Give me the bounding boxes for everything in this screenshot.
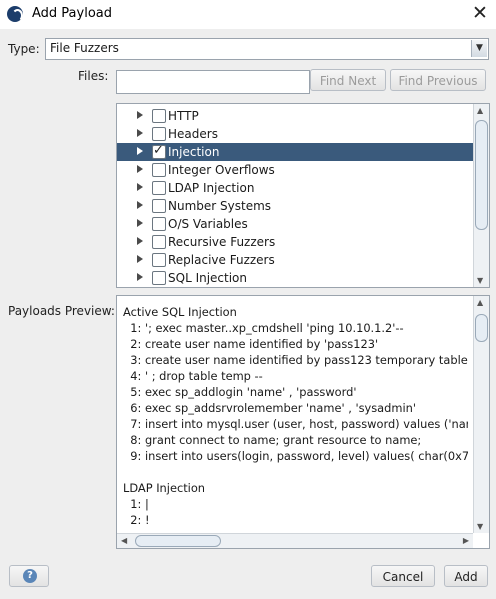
tree-vertical-scrollbar[interactable]: ▲ ▼ [473,104,489,287]
tree-item[interactable]: HTTP [117,107,473,125]
app-logo-icon [7,6,23,22]
tree-item-checkbox[interactable] [152,143,166,159]
files-input[interactable] [116,70,310,94]
preview-line: LDAP Injection [123,481,206,495]
scroll-up-icon[interactable]: ▲ [477,106,483,115]
cancel-button[interactable]: Cancel [371,565,435,587]
tree-item-checkbox[interactable] [152,253,166,267]
tree-item[interactable]: Recursive Fuzzers [117,233,473,251]
tree-item-checkbox[interactable] [152,217,166,231]
preview-horizontal-thumb[interactable] [135,535,221,547]
close-icon[interactable]: ✕ [470,3,490,23]
expand-arrow-icon[interactable] [137,273,143,281]
tree-item-label: HTTP [168,109,199,123]
tree-item-label: Number Systems [168,199,272,213]
help-icon: ? [23,569,37,583]
preview-line: 5: exec sp_addlogin 'name' , 'password' [123,385,357,399]
preview-line: 7: insert into mysql.user (user, host, p… [123,417,468,431]
tree-item-label: SQL Injection [168,271,248,285]
tree-item-label: LDAP Injection [168,181,255,195]
tree-item[interactable]: SQL Injection [117,269,473,287]
payloads-preview-label: Payloads Preview: [8,304,115,318]
tree-item-checkbox[interactable] [152,163,166,177]
tree-item[interactable]: Number Systems [117,197,473,215]
tree-scroll-thumb[interactable] [475,120,488,230]
preview-line: 3: ( [123,528,468,529]
payloads-preview[interactable]: Active SQL Injection 1: '; exec master..… [116,295,490,549]
chevron-down-icon[interactable]: ▼ [471,40,487,57]
tree-item[interactable]: O/S Variables [117,215,473,233]
preview-line: 9: insert into users(login, password, le… [123,449,468,463]
tree-item-checkbox[interactable] [152,109,166,123]
expand-arrow-icon[interactable] [137,183,143,191]
expand-arrow-icon[interactable] [137,219,143,227]
expand-arrow-icon[interactable] [137,111,143,119]
expand-arrow-icon[interactable] [137,165,143,173]
tree-item-checkbox[interactable] [152,235,166,249]
find-previous-button[interactable]: Find Previous [390,69,486,91]
files-label: Files: [78,69,109,83]
expand-arrow-icon[interactable] [137,201,143,209]
tree-item-label: Headers [168,127,218,141]
expand-arrow-icon[interactable] [137,255,143,263]
preview-line: 6: exec sp_addsrvrolemember 'name' , 'sy… [123,401,417,415]
preview-line: 8: grant connect to name; grant resource… [123,433,422,447]
preview-line: Active SQL Injection [123,305,237,319]
payloads-preview-text: Active SQL Injection 1: '; exec master..… [123,304,468,529]
preview-line: 1: '; exec master..xp_cmdshell 'ping 10.… [123,321,404,335]
title-bar: Add Payload ✕ [0,0,496,29]
scroll-left-icon[interactable]: ◀ [121,536,127,545]
type-label: Type: [8,42,40,56]
tree-item[interactable]: LDAP Injection [117,179,473,197]
scroll-down-icon[interactable]: ▼ [477,522,483,531]
tree-item-checkbox[interactable] [152,181,166,195]
help-button[interactable]: ? [9,565,49,587]
scroll-right-icon[interactable]: ▶ [463,536,469,545]
preview-horizontal-scrollbar[interactable]: ◀ ▶ [117,533,473,548]
tree-item-checkbox[interactable] [152,127,166,141]
tree-item-label: Integer Overflows [168,163,275,177]
add-payload-dialog: Add Payload ✕ Type: File Fuzzers ▼ Files… [0,0,496,599]
preview-scroll-thumb[interactable] [475,314,488,342]
tree-item[interactable]: Headers [117,125,473,143]
preview-line: 1: | [123,497,149,511]
tree-item[interactable]: Injection [117,143,473,161]
tree-item-label: Recursive Fuzzers [168,235,276,249]
type-select-value: File Fuzzers [50,41,119,55]
tree-item-label: Injection [168,145,220,159]
add-button[interactable]: Add [444,565,488,587]
payload-category-tree[interactable]: HTTP Headers Injection Integer Overflows LDA… [116,103,490,288]
scroll-up-icon[interactable]: ▲ [477,298,483,307]
tree-item-label: O/S Variables [168,217,248,231]
tree-item-checkbox[interactable] [152,271,166,285]
expand-arrow-icon[interactable] [137,237,143,245]
tree-item[interactable]: Integer Overflows [117,161,473,179]
tree-item-label: Replacive Fuzzers [168,253,275,267]
preview-line: 2: create user name identified by 'pass1… [123,337,379,351]
preview-line [123,464,468,480]
window-title: Add Payload [32,6,112,21]
tree-item[interactable]: Replacive Fuzzers [117,251,473,269]
type-select[interactable]: File Fuzzers ▼ [45,38,489,60]
scroll-down-icon[interactable]: ▼ [477,276,483,285]
preview-line: 3: create user name identified by pass12… [123,353,468,367]
preview-vertical-scrollbar[interactable]: ▲ ▼ [473,296,489,533]
preview-line: 2: ! [123,513,150,527]
expand-arrow-icon[interactable] [137,129,143,137]
expand-arrow-icon[interactable] [137,147,143,155]
find-next-button[interactable]: Find Next [310,69,386,91]
tree-item-checkbox[interactable] [152,199,166,213]
preview-line: 4: ' ; drop table temp -- [123,369,263,383]
